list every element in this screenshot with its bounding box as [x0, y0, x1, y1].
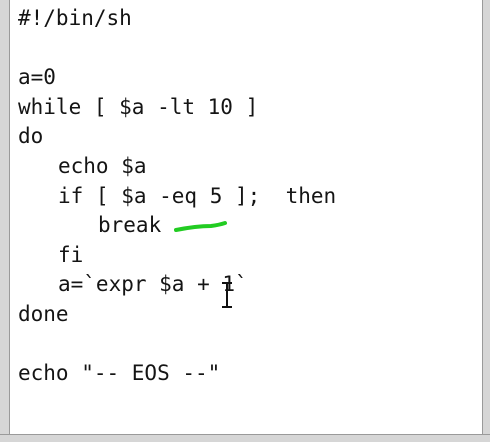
window-left-border: [0, 0, 10, 442]
code-line-9[interactable]: fi: [18, 241, 336, 271]
i-beam-cursor-icon: [222, 282, 232, 308]
code-line-12[interactable]: [18, 330, 336, 360]
code-line-3[interactable]: a=0: [18, 63, 336, 93]
window-bottom-border: [0, 434, 490, 442]
code-line-10[interactable]: a=`expr $a + 1`: [18, 270, 336, 300]
editor-window: #!/bin/sh a=0 while [ $a -lt 10 ] do ech…: [0, 0, 490, 442]
code-line-1[interactable]: #!/bin/sh: [18, 4, 336, 34]
window-right-border: [482, 0, 490, 442]
code-line-13[interactable]: echo "-- EOS --": [18, 359, 336, 389]
code-line-5[interactable]: do: [18, 122, 336, 152]
code-line-11[interactable]: done: [18, 300, 336, 330]
code-line-2[interactable]: [18, 34, 336, 64]
code-line-6[interactable]: echo $a: [18, 152, 336, 182]
code-lines: #!/bin/sh a=0 while [ $a -lt 10 ] do ech…: [18, 4, 336, 389]
code-line-8[interactable]: break: [18, 211, 336, 241]
code-editor[interactable]: #!/bin/sh a=0 while [ $a -lt 10 ] do ech…: [11, 0, 482, 434]
code-line-7[interactable]: if [ $a -eq 5 ]; then: [18, 182, 336, 212]
code-line-4[interactable]: while [ $a -lt 10 ]: [18, 93, 336, 123]
